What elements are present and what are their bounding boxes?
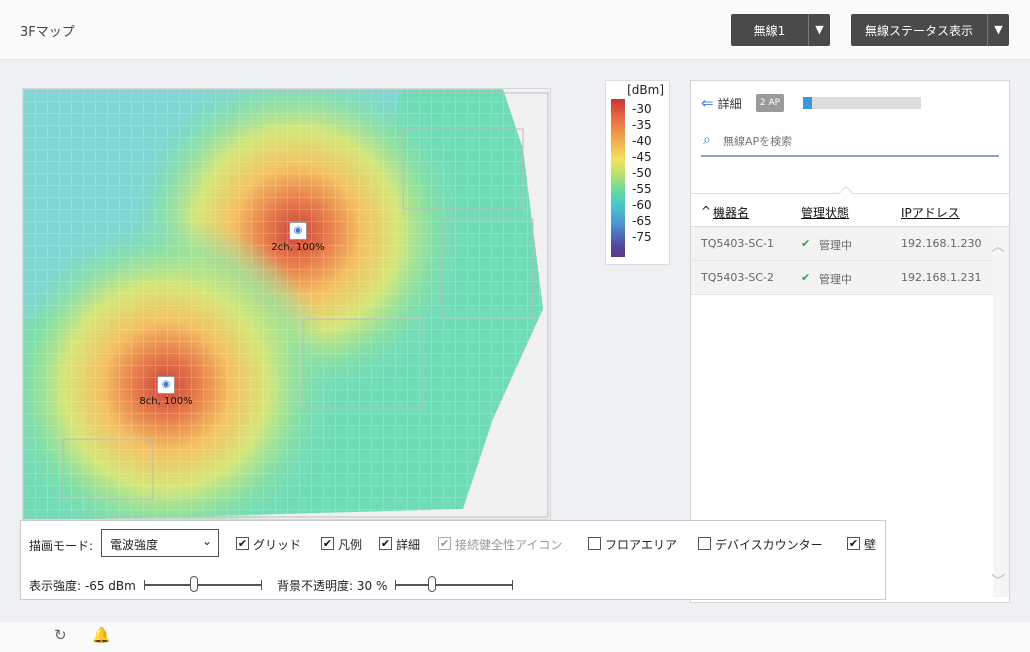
footer-bar: ↻ 🔔	[0, 622, 1030, 652]
heatmap-canvas	[23, 89, 550, 519]
grid-checkbox[interactable]	[236, 537, 249, 550]
table-row[interactable]: TQ5403-SC-1 ✔ 管理中 192.168.1.230	[691, 227, 993, 261]
ap-progress-fill	[803, 97, 813, 109]
mode-select-value: 電波強度	[110, 538, 159, 552]
legend-tick: -45	[632, 150, 652, 164]
wall-checkbox[interactable]	[847, 537, 860, 550]
floor-area-checkbox-label: フロアエリア	[605, 538, 678, 552]
row-status: 管理中	[819, 239, 852, 252]
top-bar: 3Fマップ 無線1 ▼ 無線ステータス表示 ▼	[0, 0, 1030, 60]
scroll-up-icon[interactable]: ︿	[991, 236, 1005, 256]
wall-checkbox-label: 壁	[864, 538, 877, 552]
row-ip: 192.168.1.230	[901, 237, 982, 250]
table-scrollbar[interactable]	[993, 227, 1009, 597]
legend-unit: [dBm]	[627, 83, 664, 97]
bell-icon[interactable]: 🔔	[92, 626, 111, 644]
floor-area-checkbox[interactable]	[588, 537, 601, 550]
legend-checkbox-label: 凡例	[338, 538, 363, 552]
access-point-marker[interactable]: ◉ 2ch, 100%	[268, 222, 328, 253]
radio-select-label: 無線1	[753, 24, 786, 38]
opacity-label: 背景不透明度: 30 %	[277, 579, 388, 593]
collapse-arrow-icon: ⇐	[701, 94, 714, 112]
access-point-label: 8ch, 100%	[139, 396, 193, 407]
row-status: 管理中	[819, 273, 852, 286]
legend-color-bar	[611, 99, 625, 257]
detail-label: 詳細	[717, 97, 742, 111]
opacity-slider-handle[interactable]	[428, 576, 436, 592]
mode-label: 描画モード:	[29, 539, 94, 553]
access-point-marker[interactable]: ◉ 8ch, 100%	[136, 376, 196, 407]
floor-heatmap[interactable]: ◉ 2ch, 100% ◉ 8ch, 100%	[22, 88, 551, 520]
detail-checkbox[interactable]	[379, 537, 392, 550]
column-header-status[interactable]: 管理状態	[801, 204, 849, 221]
legend-tick: -55	[632, 182, 652, 196]
row-ip: 192.168.1.231	[901, 271, 982, 284]
ap-progress-bar	[803, 97, 921, 109]
access-point-label: 2ch, 100%	[271, 242, 325, 253]
column-header-name[interactable]: 機器名	[713, 204, 749, 221]
search-icon: ⌕	[703, 132, 711, 148]
panel-pointer	[838, 185, 854, 201]
signal-legend: [dBm] -30 -35 -40 -45 -50 -55 -60 -65 -7…	[605, 80, 670, 265]
legend-tick: -40	[632, 134, 652, 148]
status-view-label: 無線ステータス表示	[864, 24, 973, 38]
detail-toggle-button[interactable]: ⇐ 詳細	[701, 94, 742, 112]
strength-slider-handle[interactable]	[189, 576, 198, 592]
detail-checkbox-label: 詳細	[396, 538, 421, 552]
device-counter-checkbox-label: デバイスカウンター	[715, 538, 823, 552]
legend-tick: -60	[632, 198, 652, 212]
legend-ticks: -30 -35 -40 -45 -50 -55 -60 -65 -75	[632, 101, 652, 245]
page-title: 3Fマップ	[20, 25, 75, 40]
legend-tick: -65	[632, 214, 652, 228]
legend-tick: -30	[632, 102, 652, 116]
opacity-slider[interactable]	[395, 576, 513, 592]
mode-select[interactable]: 電波強度 ⌄	[101, 529, 219, 557]
status-view-dropdown[interactable]: 無線ステータス表示 ▼	[851, 14, 1009, 46]
scroll-down-icon[interactable]: ﹀	[991, 571, 1005, 591]
legend-tick: -50	[632, 166, 652, 180]
ap-search: ⌕	[701, 127, 999, 157]
radio-select-dropdown[interactable]: 無線1 ▼	[731, 14, 830, 46]
table-row[interactable]: TQ5403-SC-2 ✔ 管理中 192.168.1.231	[691, 261, 993, 295]
sort-asc-icon[interactable]: ^	[701, 204, 711, 218]
ap-search-input[interactable]	[723, 130, 993, 152]
legend-checkbox[interactable]	[321, 537, 334, 550]
wifi-icon: ◉	[289, 222, 307, 240]
health-icon-checkbox-label: 接続健全性アイコン	[455, 538, 563, 552]
chevron-down-icon: ▼	[808, 14, 830, 46]
check-icon: ✔	[801, 271, 811, 284]
row-name: TQ5403-SC-2	[701, 271, 774, 284]
device-counter-checkbox[interactable]	[698, 537, 711, 550]
check-icon: ✔	[801, 237, 811, 250]
strength-label: 表示強度: -65 dBm	[29, 579, 136, 593]
ap-count-badge: 2 AP	[756, 94, 784, 112]
health-icon-checkbox	[438, 537, 451, 550]
grid-checkbox-label: グリッド	[253, 538, 302, 552]
chevron-down-icon: ⌄	[201, 534, 212, 548]
refresh-icon[interactable]: ↻	[54, 626, 67, 644]
table-header: ^ 機器名 管理状態 IPアドレス	[691, 185, 1009, 227]
row-name: TQ5403-SC-1	[701, 237, 774, 250]
legend-tick: -35	[632, 118, 652, 132]
strength-slider[interactable]	[144, 576, 262, 592]
legend-tick: -75	[632, 230, 652, 244]
chevron-down-icon: ▼	[987, 14, 1009, 46]
wifi-icon: ◉	[157, 376, 175, 394]
map-settings-bar: 描画モード: 電波強度 ⌄ グリッド 凡例 詳細 接続健全性アイコン フロアエリ…	[20, 520, 886, 600]
column-header-ip[interactable]: IPアドレス	[901, 204, 960, 221]
